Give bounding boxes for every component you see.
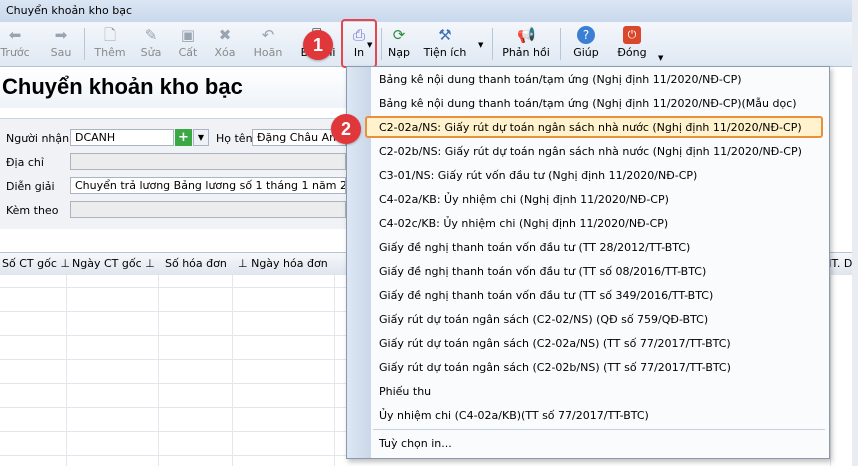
reload-button[interactable]: ⟳ Nạp (384, 22, 414, 66)
grid-column-divider (334, 275, 335, 466)
menu-item[interactable]: C4-02c/KB: Ủy nhiệm chi (Nghị định 11/20… (379, 217, 668, 230)
undo-button[interactable]: ↶ Hoãn (250, 22, 286, 66)
recipient-input[interactable]: DCANH (70, 129, 174, 146)
page-title: Chuyển khoản kho bạc (2, 74, 243, 99)
menu-item[interactable]: C3-01/NS: Giấy rút vốn đầu tư (Nghị định… (379, 169, 697, 182)
next-button[interactable]: ➡ Sau (44, 22, 78, 66)
toolbar-separator (381, 28, 382, 60)
megaphone-icon: 📢 (517, 26, 536, 44)
add-recipient-icon[interactable]: + (175, 129, 192, 146)
attachment-label: Kèm theo (6, 204, 59, 217)
grid-column-divider (232, 275, 233, 466)
fullname-label: Họ tên (216, 132, 253, 145)
recipient-label: Người nhận (6, 132, 70, 145)
grid-row (0, 287, 346, 288)
arrow-right-icon: ➡ (54, 26, 68, 44)
toolbar-separator (560, 28, 561, 60)
description-input[interactable]: Chuyển trả lương Bảng lương số 1 tháng 1… (70, 177, 346, 194)
column-header[interactable]: ⊥ Ngày hóa đơn (238, 257, 328, 270)
add-button[interactable]: 🗋 Thêm (92, 22, 128, 66)
arrow-left-icon: ⬅ (8, 26, 22, 44)
grid-row (0, 383, 346, 384)
menu-item-print-options[interactable]: Tuỳ chọn in... (379, 437, 452, 450)
save-button[interactable]: ▣ Cất (174, 22, 202, 66)
floppy-icon: ▣ (180, 26, 196, 44)
refresh-icon: ⟳ (392, 26, 406, 44)
close-button[interactable]: ⏻ Đóng (612, 22, 652, 66)
feedback-button[interactable]: 📢 Phản hồi (498, 22, 554, 66)
grid-column-divider (158, 275, 159, 466)
menu-item[interactable]: Giấy đề nghị thanh toán vốn đầu tư (TT s… (379, 265, 706, 278)
new-document-icon: 🗋 (103, 26, 117, 44)
tools-icon: ⚒ (438, 26, 452, 44)
grid-row (0, 335, 346, 336)
column-header[interactable]: Ngày CT gốc ⊥ (72, 257, 155, 270)
address-input[interactable] (70, 153, 346, 170)
menu-item[interactable]: Giấy rút dự toán ngân sách (C2-02/NS) (Q… (379, 313, 708, 326)
toolbar-separator (84, 28, 85, 60)
edit-button[interactable]: ✎ Sửa (136, 22, 166, 66)
grid-row (0, 311, 346, 312)
pin-icon: ⊥ (238, 257, 248, 270)
grid-row (0, 455, 346, 456)
grid-row (0, 407, 346, 408)
menu-item[interactable]: Giấy đề nghị thanh toán vốn đầu tư (TT 2… (379, 241, 690, 254)
grid-column-divider (66, 275, 67, 466)
menu-item[interactable]: Bảng kê nội dung thanh toán/tạm ứng (Ngh… (379, 97, 797, 110)
description-label: Diễn giải (6, 180, 55, 193)
address-label: Địa chỉ (6, 156, 44, 169)
delete-button[interactable]: ✖ Xóa (210, 22, 240, 66)
toolbar-separator (492, 28, 493, 60)
undo-icon: ↶ (261, 26, 275, 44)
step-1-badge: 1 (303, 30, 333, 60)
grid-column-divider (830, 275, 831, 466)
toolbar: ⬅ Trước ➡ Sau 🗋 Thêm ✎ Sửa ▣ Cất ✖ Xóa ↶… (0, 22, 858, 67)
power-icon: ⏻ (623, 26, 641, 44)
print-menu: Bảng kê nội dung thanh toán/tạm ứng (Ngh… (346, 66, 830, 459)
previous-button[interactable]: ⬅ Trước (0, 22, 30, 66)
menu-item[interactable]: Giấy rút dự toán ngân sách (C2-02b/NS) (… (379, 361, 731, 374)
attachment-input[interactable] (70, 201, 346, 218)
utilities-button[interactable]: ⚒ Tiện ích (416, 22, 474, 66)
edit-icon: ✎ (144, 26, 158, 44)
voucher-form: Người nhận DCANH + ▼ Họ tên Đặng Châu An… (0, 118, 346, 229)
page-header: Chuyển khoản kho bạc (0, 68, 346, 108)
pin-icon: ⊥ (60, 257, 70, 270)
help-button[interactable]: ? Giúp (566, 22, 606, 66)
menu-item[interactable]: Giấy đề nghị thanh toán vốn đầu tư (TT s… (379, 289, 713, 302)
recipient-dropdown-icon[interactable]: ▼ (193, 129, 209, 146)
grid-row (0, 359, 346, 360)
delete-icon: ✖ (218, 26, 232, 44)
window-edge (852, 0, 858, 466)
menu-separator (373, 429, 825, 430)
menu-item-c2-02a[interactable]: C2-02a/NS: Giấy rút dự toán ngân sách nh… (379, 121, 802, 134)
grid-row (0, 431, 346, 432)
menu-item[interactable]: C2-02b/NS: Giấy rút dự toán ngân sách nh… (379, 145, 802, 158)
toolbar-overflow-icon[interactable]: ▼ (658, 54, 663, 62)
menu-item[interactable]: Ủy nhiệm chi (C4-02a/KB)(TT số 77/2017/T… (379, 409, 649, 422)
menu-item[interactable]: Phiếu thu (379, 385, 431, 398)
menu-item[interactable]: Bảng kê nội dung thanh toán/tạm ứng (Ngh… (379, 73, 742, 86)
print-button-highlight (341, 19, 377, 68)
menu-item[interactable]: Giấy rút dự toán ngân sách (C2-02a/NS) (… (379, 337, 731, 350)
utilities-dropdown-icon[interactable]: ▼ (478, 41, 483, 49)
column-header[interactable]: Số CT gốc ⊥ (2, 257, 70, 270)
pin-icon: ⊥ (145, 257, 155, 270)
menu-item[interactable]: C4-02a/KB: Ủy nhiệm chi (Nghị định 11/20… (379, 193, 669, 206)
help-icon: ? (577, 26, 595, 44)
step-2-badge: 2 (331, 114, 361, 144)
title-bar: Chuyển khoản kho bạc (0, 0, 858, 23)
window-title: Chuyển khoản kho bạc (6, 4, 132, 17)
column-header[interactable]: Số hóa đơn (165, 257, 227, 270)
